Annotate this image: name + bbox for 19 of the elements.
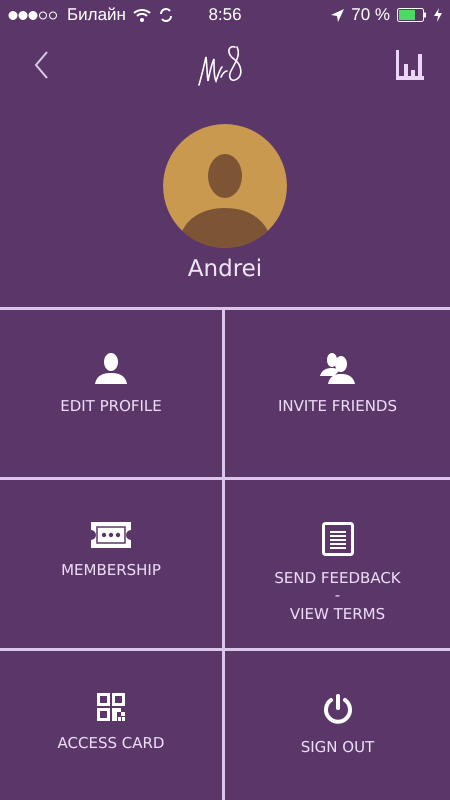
status-time: 8:56 (208, 5, 242, 25)
carrier-name: Билайн (67, 5, 126, 25)
ticket-icon (89, 522, 133, 548)
sync-icon (158, 7, 174, 23)
people-icon (320, 352, 356, 384)
location-arrow-icon (331, 8, 344, 22)
user-name: Andrei (188, 256, 262, 282)
battery-icon (397, 8, 427, 22)
battery-percent: 70 % (351, 5, 390, 25)
menu-tile[interactable]: EDIT PROFILE (0, 310, 225, 480)
charging-icon (434, 8, 442, 22)
avatar-icon (163, 124, 287, 248)
power-icon (322, 693, 354, 725)
qr-code-icon (97, 693, 125, 721)
signal-icon (8, 10, 60, 20)
document-icon (322, 522, 354, 556)
wifi-icon (132, 8, 151, 22)
menu-tile[interactable]: MEMBERSHIP (0, 480, 225, 651)
person-icon (95, 352, 127, 384)
